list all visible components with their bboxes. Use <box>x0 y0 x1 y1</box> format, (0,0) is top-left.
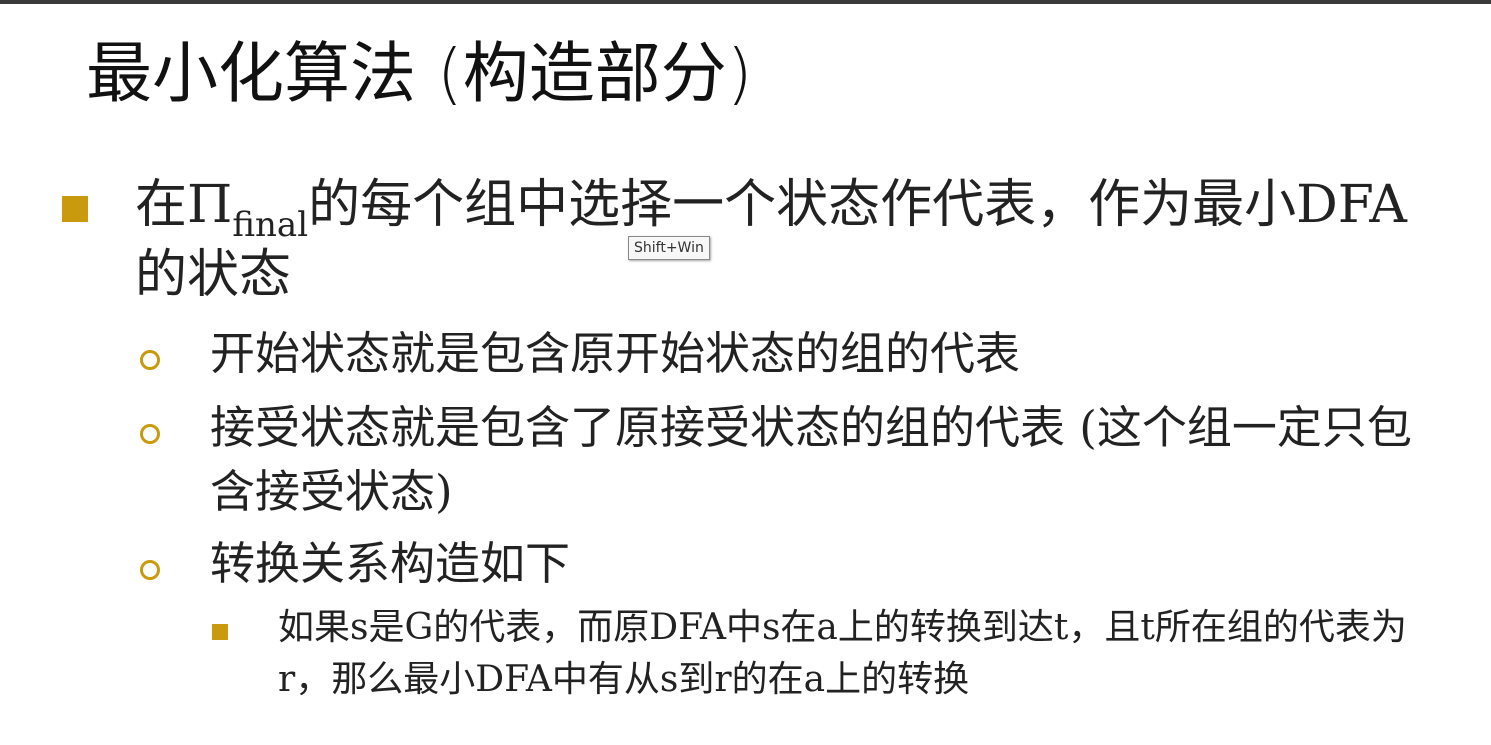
sub-bullet-transitions: 转换关系构造如下 <box>210 537 571 590</box>
circle-bullet-icon <box>140 350 160 370</box>
slide-title: 最小化算法 (构造部分) <box>86 35 753 112</box>
window-top-border <box>0 0 1491 4</box>
main-bullet-suffix: 的每个组中选择一个状态作代表，作为最小DFA的状态 <box>135 175 1407 305</box>
square-bullet-icon <box>62 196 88 222</box>
circle-bullet-icon <box>140 560 160 580</box>
sub-bullet-accept-state: 接受状态就是包含了原接受状态的组的代表 (这个组一定只包含接受状态) <box>210 401 1412 518</box>
small-square-bullet-icon <box>212 624 228 640</box>
main-bullet-text: 在Πfinal的每个组中选择一个状态作代表，作为最小DFA的状态 <box>135 170 1425 310</box>
shortcut-tooltip: Shift+Win <box>628 236 710 260</box>
main-bullet-prefix: 在Π <box>135 175 233 235</box>
sub-bullet-start-state: 开始状态就是包含原开始状态的组的代表 <box>210 327 1021 380</box>
circle-bullet-icon <box>140 424 160 444</box>
transition-rule-text: 如果s是G的代表，而原DFA中s在a上的转换到达t，且t所在组的代表为r，那么最… <box>278 607 1407 700</box>
pi-final-subscript: final <box>232 205 309 245</box>
